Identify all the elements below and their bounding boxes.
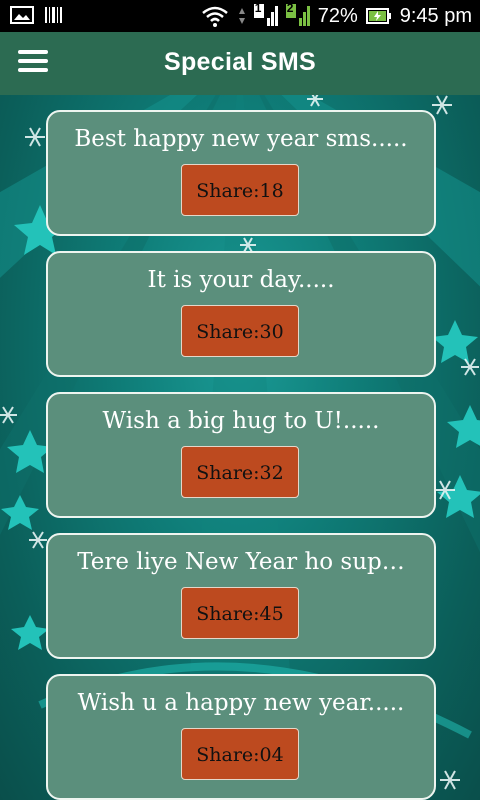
share-button[interactable]: Share:18	[181, 164, 299, 216]
sms-title: Wish u a happy new year.....	[77, 690, 405, 716]
share-button[interactable]: Share:30	[181, 305, 299, 357]
sms-title: Tere liye New Year ho sup…	[77, 549, 405, 575]
sms-title: It is your day.....	[147, 267, 335, 293]
sms-card[interactable]: Best happy new year sms..... Share:18	[46, 110, 436, 236]
sim2-label: 2	[286, 1, 294, 15]
page-title: Special SMS	[164, 48, 316, 76]
sms-title: Wish a big hug to U!.....	[102, 408, 380, 434]
clock: 9:45 pm	[399, 5, 472, 27]
sim1-signal-icon: 1	[253, 1, 278, 28]
battery-charging-icon	[365, 8, 391, 24]
sms-card[interactable]: Tere liye New Year ho sup… Share:45	[46, 533, 436, 659]
barcode-notification-icon	[45, 7, 62, 23]
share-button[interactable]: Share:04	[181, 728, 299, 780]
sms-card[interactable]: Wish u a happy new year..... Share:04	[46, 674, 436, 800]
sms-card[interactable]: Wish a big hug to U!..... Share:32	[46, 392, 436, 518]
sms-card[interactable]: It is your day..... Share:30	[46, 251, 436, 377]
sim1-label: 1	[254, 1, 262, 15]
sms-title: Best happy new year sms.....	[74, 126, 408, 152]
data-arrows-icon	[238, 8, 245, 24]
share-button[interactable]: Share:45	[181, 587, 299, 639]
share-button[interactable]: Share:32	[181, 446, 299, 498]
battery-percent: 72%	[317, 5, 358, 27]
gallery-notification-icon	[10, 6, 34, 24]
sim2-signal-icon: 2	[285, 1, 310, 28]
app-bar: Special SMS	[0, 32, 480, 95]
status-bar: 1 2 72% 9:45 pm	[0, 0, 480, 32]
wifi-icon	[201, 6, 228, 27]
